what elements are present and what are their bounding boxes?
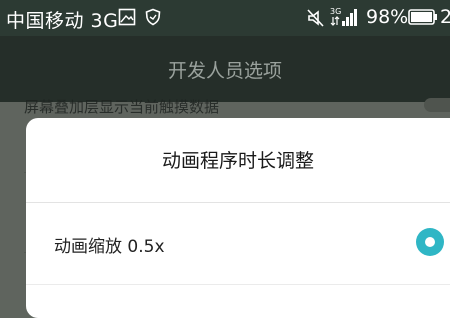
shield-icon	[144, 8, 162, 30]
dialog-title: 动画程序时长调整	[161, 150, 314, 172]
signal-icon: 3G	[330, 6, 360, 32]
radio-selected-icon[interactable]	[416, 228, 444, 256]
network-small-label: 3G	[330, 7, 341, 16]
battery-percent: 98%	[366, 6, 409, 28]
clock: 2	[440, 6, 450, 28]
toggle-switch	[424, 98, 450, 112]
page-title: 开发人员选项	[167, 60, 282, 82]
option-divider	[26, 284, 450, 285]
image-icon	[118, 8, 136, 30]
mute-icon	[306, 8, 326, 32]
app-bar: 开发人员选项	[0, 36, 450, 102]
battery-icon	[408, 9, 438, 29]
dialog-divider	[26, 202, 450, 203]
option-label: 动画缩放 0.5x	[54, 237, 165, 257]
status-bar: 中国移动 3G 3G 98% 2	[0, 0, 450, 36]
carrier-label: 中国移动 3G	[6, 10, 119, 32]
settings-item-partial: 屏幕叠加层显示当前触摸数据	[24, 98, 220, 116]
animation-duration-dialog: 动画程序时长调整 动画缩放 0.5x	[26, 118, 450, 318]
option-animation-scale-0-5x[interactable]: 动画缩放 0.5x	[26, 204, 450, 284]
